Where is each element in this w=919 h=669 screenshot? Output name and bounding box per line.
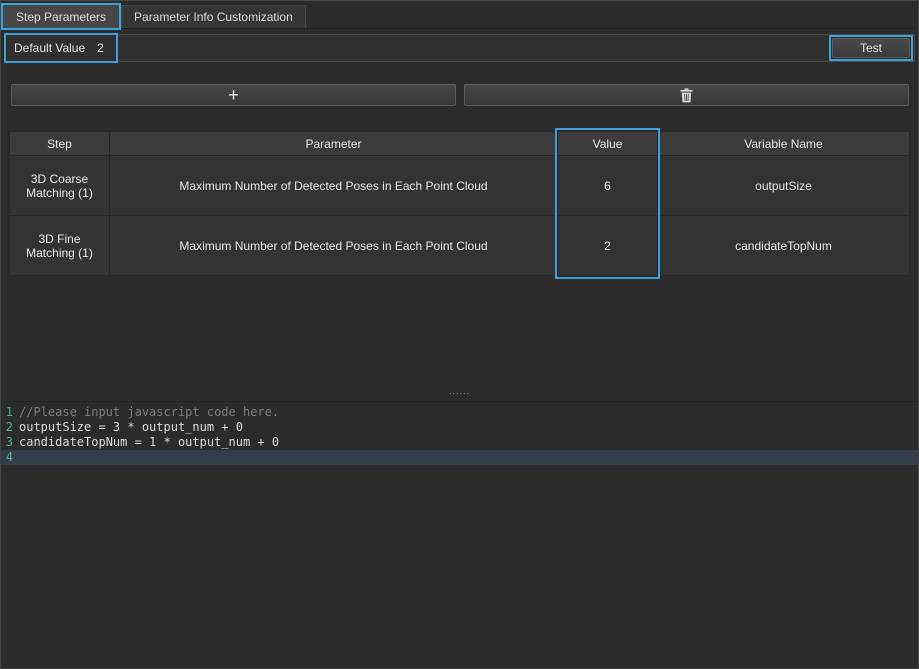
tab-bar: Step Parameters Parameter Info Customiza… [3,2,916,29]
line-number: 3 [1,435,13,450]
row2-variable-cell[interactable]: candidateTopNum [658,216,910,276]
toolbar: + [11,84,909,106]
tab-parameter-info-customization[interactable]: Parameter Info Customization [121,5,306,28]
splitter-handle[interactable]: ...... [1,385,918,398]
line-number: 1 [1,405,13,420]
line-text: outputSize = 3 * output_num + 0 [13,420,243,435]
row1-variable-cell[interactable]: outputSize [658,156,910,216]
delete-button[interactable] [464,84,909,106]
row2-value-cell[interactable]: 2 [558,216,658,276]
test-button[interactable]: Test [832,38,910,58]
tab-step-parameters[interactable]: Step Parameters [3,5,119,28]
col-header-parameter: Parameter [110,132,558,156]
editor-line: 2 outputSize = 3 * output_num + 0 [1,420,918,435]
default-value-row: Default Value 2 Test [4,34,915,62]
row1-value-cell[interactable]: 6 [558,156,658,216]
trash-icon [680,88,693,103]
row1-parameter-cell[interactable]: Maximum Number of Detected Poses in Each… [110,156,558,216]
default-value-label: Default Value [14,41,85,55]
col-header-value: Value [558,132,658,156]
test-button-highlight: Test [829,35,913,61]
col-header-variable-name: Variable Name [658,132,910,156]
row1-step-cell[interactable]: 3D Coarse Matching (1) [10,156,110,216]
add-button[interactable]: + [11,84,456,106]
line-text [13,450,19,465]
editor-line: 1 //Please input javascript code here. [1,405,918,420]
row2-parameter-cell[interactable]: Maximum Number of Detected Poses in Each… [110,216,558,276]
parameter-table: Step Parameter Value Variable Name 3D Co… [9,131,910,276]
col-header-step: Step [10,132,110,156]
code-editor[interactable]: 1 //Please input javascript code here. 2… [1,401,918,667]
line-number: 4 [1,450,13,465]
row2-step-cell[interactable]: 3D Fine Matching (1) [10,216,110,276]
default-value-value[interactable]: 2 [97,41,104,55]
line-text: //Please input javascript code here. [13,405,279,420]
line-number: 2 [1,420,13,435]
plus-icon: + [228,86,239,104]
default-value-box[interactable]: Default Value 2 [4,33,118,63]
app-window: Step Parameters Parameter Info Customiza… [0,0,919,669]
editor-line: 3 candidateTopNum = 1 * output_num + 0 [1,435,918,450]
line-text: candidateTopNum = 1 * output_num + 0 [13,435,279,450]
editor-line-current: 4 [1,450,918,465]
